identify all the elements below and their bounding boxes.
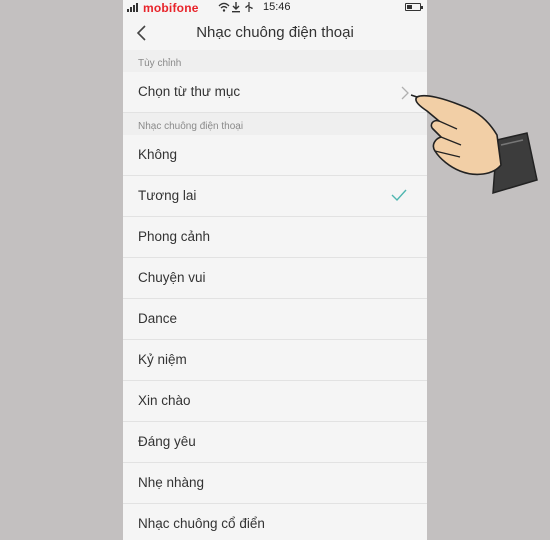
list-item-label: Dance [138, 311, 178, 326]
ringtone-item[interactable]: Xin chào [123, 381, 427, 422]
list-item-label: Nhạc chuông cổ điển [138, 516, 265, 531]
list-item-label: Kỷ niệm [138, 352, 187, 367]
list-item-choose-folder[interactable]: Chọn từ thư mục [123, 72, 427, 113]
list-item-label: Chọn từ thư mục [138, 84, 241, 99]
list-item-label: Chuyện vui [138, 270, 206, 285]
ringtone-item[interactable]: Không [123, 135, 427, 176]
status-bar: mobifone 15:46 [123, 0, 427, 15]
wifi-icon [218, 2, 230, 12]
pointing-hand-icon [410, 94, 538, 195]
battery-icon [405, 3, 423, 11]
ringtone-item[interactable]: Chuyện vui [123, 258, 427, 299]
page-title: Nhạc chuông điện thoại [196, 24, 354, 41]
list-item-label: Xin chào [138, 393, 191, 408]
ringtone-item[interactable]: Kỷ niệm [123, 340, 427, 381]
list-item-label: Tương lai [138, 188, 197, 203]
phone-screen: mobifone 15:46 Nhạc chuông điện thoại Tù… [123, 0, 427, 540]
ringtone-item[interactable]: Dance [123, 299, 427, 340]
list-item-label: Đáng yêu [138, 434, 196, 449]
download-icon [232, 2, 240, 13]
list-item-label: Nhẹ nhàng [138, 475, 205, 490]
status-time: 15:46 [263, 1, 291, 13]
carrier-name: mobifone [143, 1, 199, 15]
list-item-label: Không [138, 147, 178, 162]
usb-icon [245, 2, 253, 12]
ringtone-item[interactable]: Nhạc chuông cổ điển [123, 504, 427, 540]
list-item-label: Phong cảnh [138, 229, 211, 244]
ringtone-item-selected[interactable]: Tương lai [123, 176, 427, 217]
ringtone-item[interactable]: Nhẹ nhàng [123, 463, 427, 504]
section-header-ringtones: Nhạc chuông điện thoại [123, 113, 427, 135]
ringtone-item[interactable]: Đáng yêu [123, 422, 427, 463]
ringtone-item[interactable]: Phong cảnh [123, 217, 427, 258]
section-header-custom: Tùy chỉnh [123, 50, 427, 72]
signal-icon [127, 3, 138, 12]
title-bar: Nhạc chuông điện thoại [123, 15, 427, 50]
